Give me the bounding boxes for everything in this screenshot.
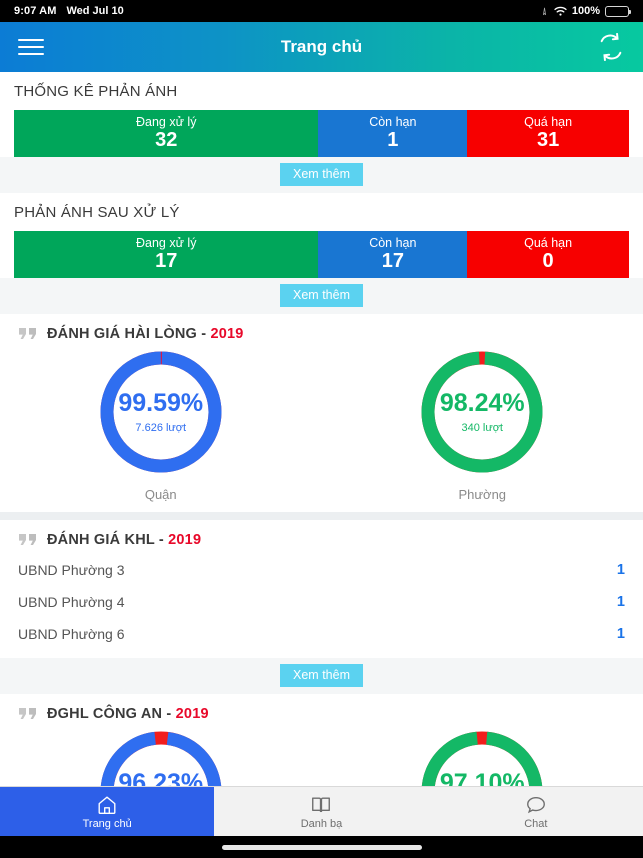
stats1-title: THỐNG KÊ PHẢN ÁNH bbox=[14, 83, 178, 100]
khl-xem-them-button[interactable]: Xem thêm bbox=[280, 664, 363, 687]
khl-row-value: 1 bbox=[616, 562, 625, 578]
stats-card-thong-ke: THỐNG KÊ PHẢN ÁNH Đang xử lý 32 Còn hạn … bbox=[0, 72, 643, 157]
scroll-content[interactable]: THỐNG KÊ PHẢN ÁNH Đang xử lý 32 Còn hạn … bbox=[0, 72, 643, 836]
satisfaction-donuts: 99.59% 7.626 lượt Quận 98.24% 340 lượt P… bbox=[0, 346, 643, 502]
stats1-segment-dang-xu-ly[interactable]: Đang xử lý 32 bbox=[14, 110, 319, 157]
tab-label: Danh bạ bbox=[300, 817, 343, 830]
donut-center-quan: 99.59% 7.626 lượt bbox=[95, 346, 227, 478]
list-item[interactable]: UBND Phường 4 1 bbox=[0, 586, 643, 618]
stats1-xem-them-button[interactable]: Xem thêm bbox=[280, 163, 363, 186]
segment-label: Còn hạn bbox=[369, 235, 417, 250]
status-bar-left: 9:07 AM Wed Jul 10 bbox=[14, 5, 124, 17]
cong-an-year: 2019 bbox=[175, 706, 209, 722]
khl-more-row: Xem thêm bbox=[0, 658, 643, 694]
cong-an-header: ĐGHL CÔNG AN - 2019 bbox=[0, 694, 643, 726]
tab-trang-chu[interactable]: Trang chủ bbox=[0, 787, 215, 836]
segment-label: Đang xử lý bbox=[135, 235, 197, 250]
stats1-segment-qua-han[interactable]: Quá hạn 31 bbox=[467, 110, 629, 157]
khl-title: ĐÁNH GIÁ KHL - 2019 bbox=[47, 532, 202, 548]
donut-percent: 99.59% bbox=[118, 388, 204, 417]
stats2-segment-qua-han[interactable]: Quá hạn 0 bbox=[467, 231, 629, 278]
segment-label: Quá hạn bbox=[524, 114, 573, 129]
segment-value: 32 bbox=[155, 129, 178, 152]
battery-full-icon bbox=[605, 5, 631, 17]
list-item[interactable]: UBND Phường 6 1 bbox=[0, 618, 643, 650]
khl-year: 2019 bbox=[168, 532, 202, 548]
donut-cell-quan: 99.59% 7.626 lượt Quận bbox=[0, 346, 322, 502]
stats2-more-row: Xem thêm bbox=[0, 278, 643, 314]
segment-value: 17 bbox=[381, 250, 404, 273]
satisfaction-title: ĐÁNH GIÁ HÀI LÒNG - 2019 bbox=[47, 326, 244, 342]
khl-header: ĐÁNH GIÁ KHL - 2019 bbox=[0, 520, 643, 552]
donut-count: 7.626 lượt bbox=[135, 421, 187, 434]
tab-label: Chat bbox=[524, 817, 548, 830]
khl-card: ĐÁNH GIÁ KHL - 2019 UBND Phường 3 1 UBND… bbox=[0, 520, 643, 658]
donut-count: 340 lượt bbox=[461, 421, 504, 434]
quote-marks-icon bbox=[18, 707, 38, 722]
segment-label: Đang xử lý bbox=[135, 114, 197, 129]
stats2-title: PHẢN ÁNH SAU XỬ LÝ bbox=[14, 204, 180, 221]
home-indicator bbox=[221, 845, 422, 850]
status-date: Wed Jul 10 bbox=[66, 5, 124, 17]
home-icon bbox=[96, 794, 118, 816]
khl-row-name: UBND Phường 4 bbox=[18, 594, 125, 610]
refresh-sync-icon[interactable] bbox=[597, 32, 625, 62]
donut-center-phuong: 98.24% 340 lượt bbox=[416, 346, 548, 478]
chat-bubble-icon bbox=[525, 794, 547, 816]
tab-danh-ba[interactable]: Danh bạ bbox=[214, 787, 428, 836]
donut-caption-phuong: Phường bbox=[458, 487, 507, 502]
bottom-tab-bar: Trang chủ Danh bạ Chat bbox=[0, 786, 643, 836]
wifi-icon bbox=[554, 6, 567, 16]
stats2-segment-con-han[interactable]: Còn hạn 17 bbox=[318, 231, 468, 278]
khl-row-value: 1 bbox=[616, 626, 625, 642]
donut-chart-phuong: 98.24% 340 lượt bbox=[416, 346, 548, 478]
list-item[interactable]: UBND Phường 3 1 bbox=[0, 554, 643, 586]
device-frame: 9:07 AM Wed Jul 10 100% Trang chủ THỐNG … bbox=[0, 0, 643, 858]
battery-percent: 100% bbox=[571, 5, 600, 17]
quote-marks-icon bbox=[18, 327, 38, 342]
page-title: Trang chủ bbox=[280, 37, 363, 56]
satisfaction-header: ĐÁNH GIÁ HÀI LÒNG - 2019 bbox=[0, 314, 643, 346]
satisfaction-card: ĐÁNH GIÁ HÀI LÒNG - 2019 99.59% 7.626 lư… bbox=[0, 314, 643, 512]
status-bar: 9:07 AM Wed Jul 10 100% bbox=[0, 0, 643, 22]
segment-value: 1 bbox=[387, 129, 399, 152]
donut-chart-quan: 99.59% 7.626 lượt bbox=[95, 346, 227, 478]
status-bar-right: 100% bbox=[540, 5, 631, 17]
segment-label: Quá hạn bbox=[524, 235, 573, 250]
segment-value: 0 bbox=[542, 250, 554, 273]
book-contacts-icon bbox=[310, 794, 332, 816]
khl-row-name: UBND Phường 3 bbox=[18, 562, 125, 578]
donut-percent: 98.24% bbox=[439, 388, 525, 417]
stats1-bar: Đang xử lý 32 Còn hạn 1 Quá hạn 31 bbox=[14, 110, 629, 157]
cong-an-title: ĐGHL CÔNG AN - 2019 bbox=[47, 706, 209, 722]
app-header: Trang chủ bbox=[0, 22, 643, 72]
khl-row-name: UBND Phường 6 bbox=[18, 626, 125, 642]
satisfaction-year: 2019 bbox=[210, 326, 244, 342]
app-window: Trang chủ THỐNG KÊ PHẢN ÁNH Đang xử lý 3… bbox=[0, 22, 643, 836]
stats-card-sau-xu-ly: PHẢN ÁNH SAU XỬ LÝ Đang xử lý 17 Còn hạn… bbox=[0, 193, 643, 278]
location-arrow-icon bbox=[540, 7, 549, 16]
segment-label: Còn hạn bbox=[369, 114, 417, 129]
stats1-segment-con-han[interactable]: Còn hạn 1 bbox=[318, 110, 468, 157]
stats1-more-row: Xem thêm bbox=[0, 157, 643, 193]
stats2-xem-them-button[interactable]: Xem thêm bbox=[280, 284, 363, 307]
segment-value: 31 bbox=[536, 129, 560, 152]
tab-chat[interactable]: Chat bbox=[429, 787, 643, 836]
stats2-bar: Đang xử lý 17 Còn hạn 17 Quá hạn 0 bbox=[14, 231, 629, 278]
segment-value: 17 bbox=[155, 250, 178, 273]
tab-label: Trang chủ bbox=[82, 817, 132, 830]
hamburger-menu-icon[interactable] bbox=[18, 34, 44, 60]
khl-list: UBND Phường 3 1 UBND Phường 4 1 UBND Phư… bbox=[0, 552, 643, 658]
stats2-segment-dang-xu-ly[interactable]: Đang xử lý 17 bbox=[14, 231, 319, 278]
section-divider bbox=[0, 512, 643, 520]
donut-caption-quan: Quận bbox=[144, 487, 177, 502]
khl-row-value: 1 bbox=[616, 594, 625, 610]
status-time: 9:07 AM bbox=[14, 5, 57, 17]
quote-marks-icon bbox=[18, 533, 38, 548]
donut-cell-phuong: 98.24% 340 lượt Phường bbox=[322, 346, 643, 502]
